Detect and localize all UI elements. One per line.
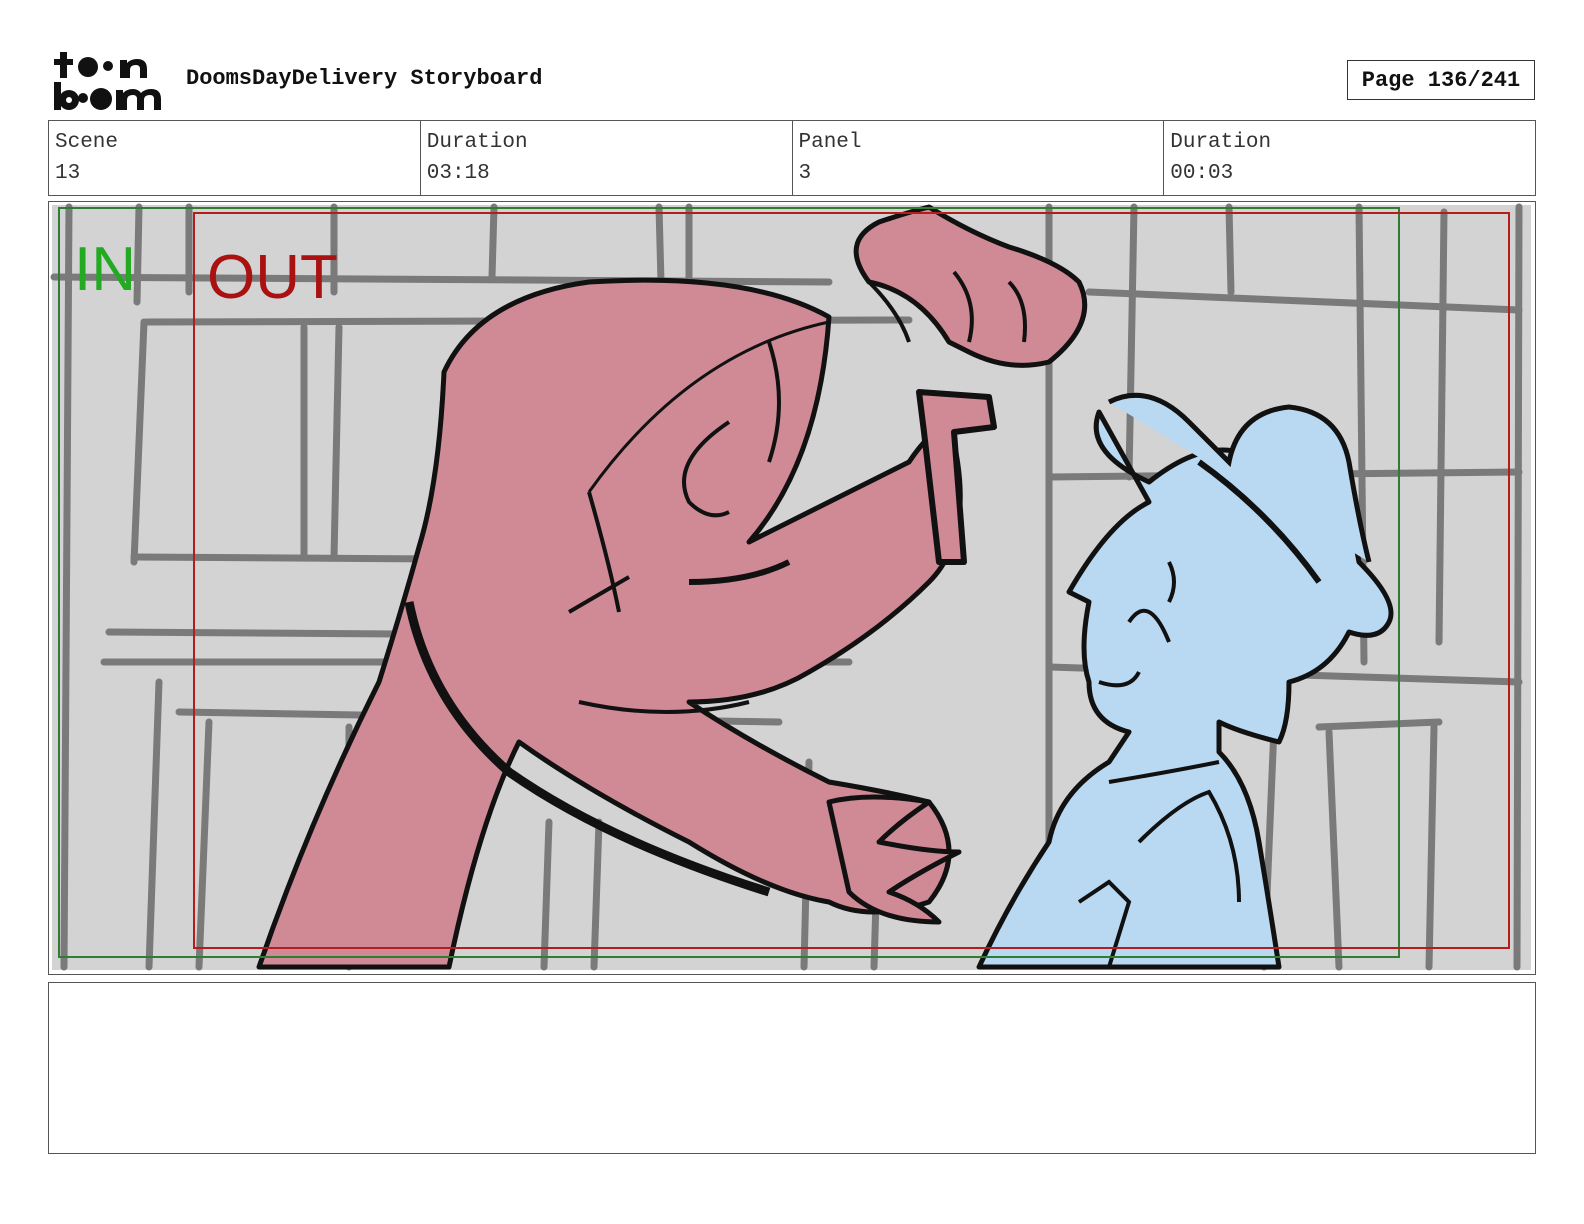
out-label: OUT — [207, 243, 338, 312]
panel-value: 3 — [798, 162, 812, 185]
panel-notes[interactable] — [48, 982, 1536, 1154]
scene-cell: Scene 13 — [49, 121, 421, 195]
storyboard-panel: IN OUT — [48, 201, 1536, 975]
scene-label: Scene — [55, 131, 119, 154]
panel-duration-label: Duration — [1170, 131, 1272, 154]
storyboard-title: DoomsDayDelivery Storyboard — [186, 66, 543, 91]
toonboom-logo — [50, 50, 165, 112]
scene-duration-cell: Duration 03:18 — [421, 121, 793, 195]
panel-cell: Panel 3 — [793, 121, 1165, 195]
scene-value: 13 — [55, 162, 81, 185]
scene-duration-label: Duration — [426, 131, 528, 154]
panel-drawing: IN OUT — [50, 203, 1531, 971]
panel-label: Panel — [798, 131, 862, 154]
panel-duration-cell: Duration 00:03 — [1164, 121, 1535, 195]
in-label: IN — [74, 235, 136, 304]
scene-info-table: Scene 13 Duration 03:18 Panel 3 Duration… — [48, 120, 1536, 196]
scene-duration-value: 03:18 — [426, 162, 490, 185]
panel-duration-value: 00:03 — [1170, 162, 1234, 185]
panel-notes-text — [49, 983, 1535, 999]
page-indicator: Page 136/241 — [1347, 60, 1535, 100]
